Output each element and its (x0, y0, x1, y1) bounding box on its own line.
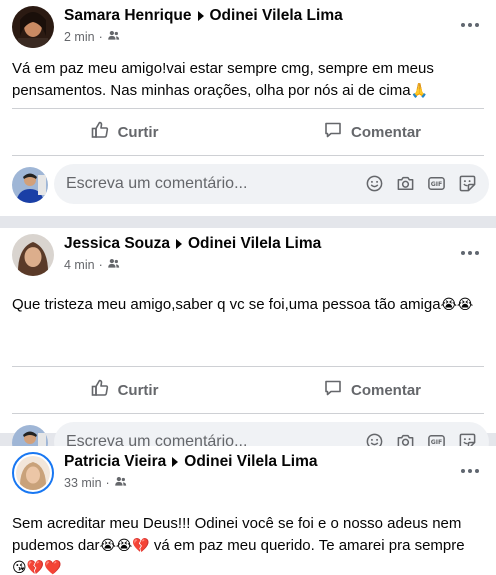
post: Jessica Souza Odinei Vilela Lima 4 min ·… (0, 228, 496, 462)
post-timestamp[interactable]: 4 min (64, 258, 95, 272)
svg-text:GIF: GIF (431, 181, 443, 188)
post-text-line: pudemos dar😭😭💔 vá em paz meu querido. Te… (12, 537, 465, 554)
post-meta: 2 min · (64, 29, 120, 45)
comment-label: Comentar (350, 381, 421, 399)
crying-emoji: 😭😭 (440, 297, 474, 313)
arrow-right-icon (172, 457, 179, 467)
smiley-icon[interactable] (365, 174, 384, 193)
arrow-right-icon (175, 239, 182, 249)
post-actions: Curtir Comentar (0, 367, 496, 413)
comment-button[interactable]: Comentar (248, 367, 496, 413)
camera-icon[interactable] (396, 174, 415, 193)
avatar[interactable] (12, 452, 54, 494)
author-name[interactable]: Samara Henrique (64, 7, 192, 25)
separator-dot: · (98, 258, 103, 272)
avatar[interactable] (12, 6, 54, 48)
sticker-icon[interactable] (458, 174, 477, 193)
post-actions: Curtir Comentar (0, 109, 496, 155)
post-timestamp[interactable]: 33 min (64, 476, 102, 490)
speech-bubble-icon (323, 378, 343, 402)
more-options-icon[interactable] (458, 13, 482, 37)
like-label: Curtir (117, 123, 159, 141)
post: Samara Henrique Odinei Vilela Lima 2 min… (0, 0, 496, 216)
target-name[interactable]: Odinei Vilela Lima (210, 7, 343, 25)
gif-icon[interactable]: GIF (427, 174, 446, 193)
comment-button[interactable]: Comentar (248, 109, 496, 155)
post-timestamp[interactable]: 2 min (64, 30, 95, 44)
speech-bubble-icon (323, 120, 343, 144)
friends-icon[interactable] (107, 29, 120, 45)
comment-placeholder: Escreva um comentário... (66, 175, 248, 192)
post-meta: 4 min · (64, 257, 120, 273)
post-header: Jessica Souza Odinei Vilela Lima 4 min · (0, 228, 496, 282)
svg-text:GIF: GIF (431, 439, 443, 446)
post-header: Samara Henrique Odinei Vilela Lima 2 min… (0, 0, 496, 54)
post-text: Sem acreditar meu Deus!!! Odinei você se… (0, 500, 496, 575)
avatar[interactable] (12, 167, 48, 203)
post-text-line: Que tristeza meu amigo,saber q vc se foi… (12, 296, 474, 313)
avatar[interactable] (12, 234, 54, 276)
feed: Samara Henrique Odinei Vilela Lima 2 min… (0, 0, 496, 575)
friends-icon[interactable] (114, 475, 127, 491)
comment-input[interactable]: Escreva um comentário... GIF (54, 164, 489, 204)
author-name[interactable]: Patricia Vieira (64, 453, 166, 471)
arrow-right-icon (197, 11, 204, 21)
comment-composer: Escreva um comentário... GIF (0, 156, 496, 214)
thumbs-up-icon (90, 120, 110, 144)
post-text: Que tristeza meu amigo,saber q vc se foi… (0, 282, 496, 334)
post-text-line: 😘💔❤️ (12, 557, 484, 575)
post-text-line: Sem acreditar meu Deus!!! Odinei você se… (12, 515, 462, 532)
post-text-line: Vá em paz meu amigo!vai estar sempre cmg… (12, 60, 434, 77)
more-options-icon[interactable] (458, 241, 482, 265)
like-label: Curtir (117, 381, 159, 399)
like-button[interactable]: Curtir (0, 109, 248, 155)
praying-hands-emoji: 🙏 (410, 83, 428, 99)
separator-dot: · (105, 476, 110, 490)
like-button[interactable]: Curtir (0, 367, 248, 413)
more-options-icon[interactable] (458, 459, 482, 483)
author-name[interactable]: Jessica Souza (64, 235, 170, 253)
post-meta: 33 min · (64, 475, 127, 491)
comment-label: Comentar (350, 123, 421, 141)
post-text: Vá em paz meu amigo!vai estar sempre cmg… (0, 54, 496, 112)
composer-tools: GIF (365, 174, 477, 193)
thumbs-up-icon (90, 378, 110, 402)
post-text-line: pensamentos. Nas minhas orações, olha po… (12, 82, 428, 99)
separator-dot: · (98, 30, 103, 44)
crying-heartbreak-emoji: 😭😭💔 (99, 538, 150, 554)
kiss-heart-emoji: 😘💔❤️ (12, 560, 62, 575)
post: Patricia Vieira Odinei Vilela Lima 33 mi… (0, 446, 496, 575)
target-name[interactable]: Odinei Vilela Lima (188, 235, 321, 253)
target-name[interactable]: Odinei Vilela Lima (184, 453, 317, 471)
post-author-line: Samara Henrique Odinei Vilela Lima (64, 7, 343, 25)
post-header: Patricia Vieira Odinei Vilela Lima 33 mi… (0, 446, 496, 500)
post-author-line: Patricia Vieira Odinei Vilela Lima (64, 453, 318, 471)
post-author-line: Jessica Souza Odinei Vilela Lima (64, 235, 321, 253)
friends-icon[interactable] (107, 257, 120, 273)
